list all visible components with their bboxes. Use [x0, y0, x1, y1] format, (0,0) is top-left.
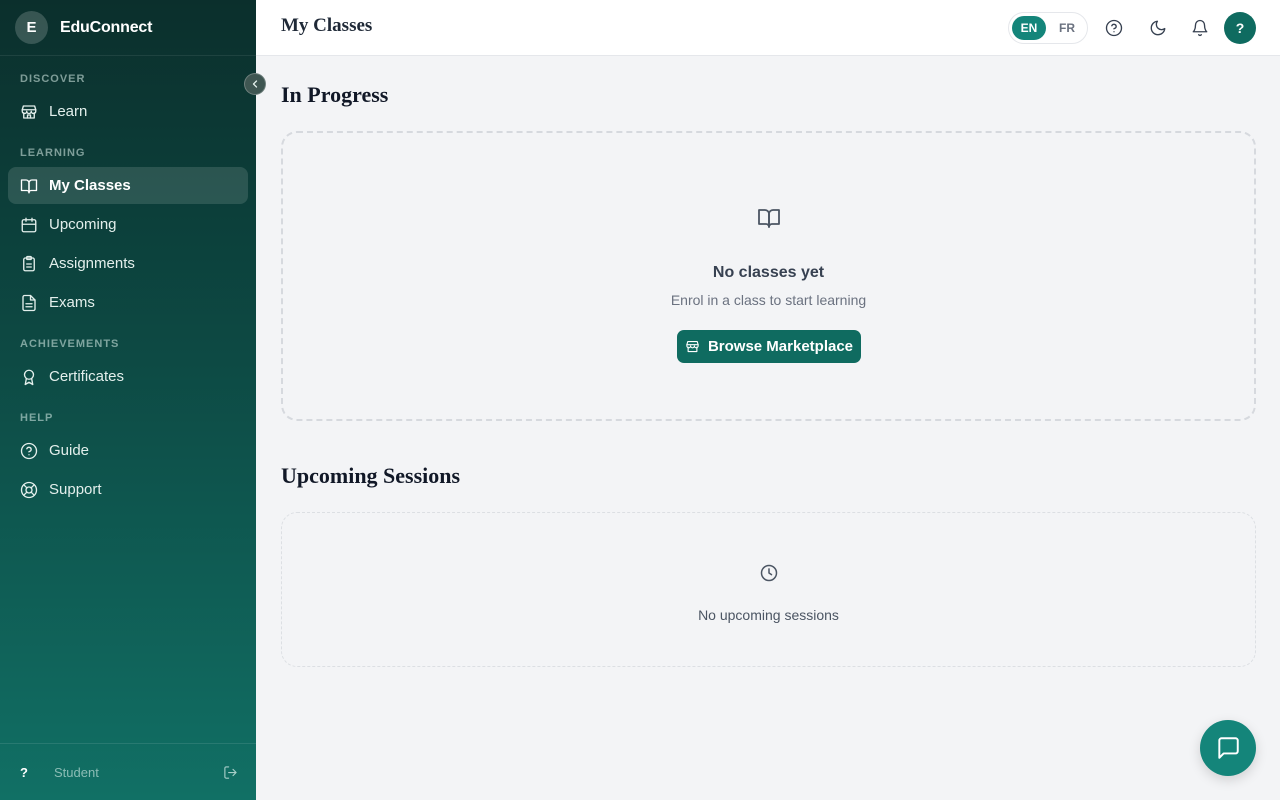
- sidebar-item-learn[interactable]: Learn: [8, 93, 248, 130]
- in-progress-title: In Progress: [281, 82, 389, 107]
- sidebar-item-label: Exams: [49, 294, 95, 311]
- calendar-icon: [21, 217, 37, 232]
- language-en-button[interactable]: EN: [1012, 16, 1046, 40]
- sidebar-item-label: Certificates: [49, 368, 125, 385]
- chat-icon: [1218, 737, 1239, 759]
- footer-role: Student: [54, 764, 99, 780]
- upcoming-empty-card: No upcoming sessions: [281, 512, 1256, 667]
- sidebar-item-label: Guide: [49, 442, 90, 459]
- store-icon: [686, 340, 699, 353]
- sidebar-item-assignments[interactable]: Assignments: [8, 245, 248, 282]
- language-fr-button[interactable]: FR: [1050, 16, 1084, 40]
- section-label-discover: DISCOVER: [20, 73, 86, 85]
- sidebar-collapse-button[interactable]: [244, 73, 266, 95]
- sidebar-item-exams[interactable]: Exams: [8, 284, 248, 321]
- bell-icon: [1192, 19, 1208, 37]
- sidebar-item-label: Assignments: [49, 255, 135, 272]
- sidebar-footer: ? Student: [0, 743, 256, 800]
- footer-avatar: ?: [20, 764, 28, 780]
- upcoming-sessions-title: Upcoming Sessions: [281, 463, 461, 488]
- clipboard-icon: [23, 255, 35, 271]
- empty-classes-title: No classes yet: [712, 264, 825, 281]
- help-button[interactable]: [1103, 17, 1125, 39]
- sidebar-item-certificates[interactable]: Certificates: [8, 358, 248, 395]
- chat-button[interactable]: [1200, 720, 1256, 776]
- notifications-button[interactable]: [1189, 17, 1211, 39]
- brand: E EduConnect: [0, 0, 256, 56]
- file-text-icon: [22, 294, 36, 311]
- browse-marketplace-button[interactable]: Browse Marketplace: [677, 330, 861, 363]
- in-progress-empty-card: No classes yet Enrol in a class to start…: [281, 131, 1256, 421]
- sidebar-item-label: Upcoming: [49, 216, 117, 233]
- browse-marketplace-label: Browse Marketplace: [707, 338, 854, 355]
- book-open-icon: [757, 209, 780, 228]
- user-avatar[interactable]: ?: [1224, 12, 1256, 44]
- help-circle-icon: [1105, 19, 1123, 37]
- section-label-achievements: ACHIEVEMENTS: [20, 338, 120, 350]
- sidebar-item-label: My Classes: [49, 177, 131, 194]
- section-label-help: HELP: [20, 412, 54, 424]
- brand-name: EduConnect: [60, 18, 153, 36]
- page-title: My Classes: [281, 15, 373, 36]
- sidebar-item-label: Support: [49, 481, 102, 498]
- sidebar-item-support[interactable]: Support: [8, 471, 248, 508]
- empty-sessions-text: No upcoming sessions: [698, 607, 839, 623]
- chevron-left-icon: [252, 80, 258, 88]
- sidebar-item-label: Learn: [49, 103, 88, 120]
- sidebar: E EduConnect DISCOVER Learn LEARNING My …: [0, 0, 256, 800]
- section-label-learning: LEARNING: [20, 147, 86, 159]
- store-icon: [21, 104, 37, 119]
- clock-icon: [760, 564, 777, 582]
- top-header: My Classes EN FR ?: [256, 0, 1280, 56]
- language-toggle: EN FR: [1008, 12, 1088, 44]
- brand-logo: E: [15, 11, 48, 44]
- book-open-icon: [20, 178, 38, 193]
- help-circle-icon: [20, 442, 38, 459]
- empty-classes-subtitle: Enrol in a class to start learning: [670, 292, 867, 308]
- dark-mode-button[interactable]: [1147, 17, 1169, 39]
- sidebar-item-upcoming[interactable]: Upcoming: [8, 206, 248, 243]
- logout-icon[interactable]: [223, 765, 238, 780]
- moon-icon: [1150, 20, 1166, 36]
- award-icon: [23, 369, 35, 385]
- life-buoy-icon: [20, 481, 38, 498]
- sidebar-item-guide[interactable]: Guide: [8, 432, 248, 469]
- sidebar-item-my-classes[interactable]: My Classes: [8, 167, 248, 204]
